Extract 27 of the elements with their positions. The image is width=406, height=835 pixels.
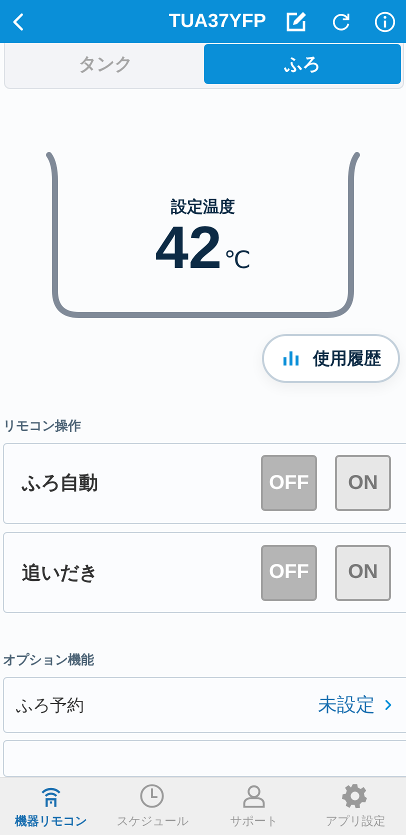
toggle-button[interactable]: ON xyxy=(335,455,391,512)
header-title: TUA37YFP xyxy=(168,10,266,32)
control-label: 追いだき xyxy=(22,560,98,586)
nav-tab[interactable]: 機器リモコン xyxy=(0,778,102,835)
option-value: 未設定 xyxy=(318,693,375,718)
temperature-unit: ℃ xyxy=(224,246,251,274)
info-icon[interactable] xyxy=(374,10,396,32)
history-button[interactable]: 使用履歴 xyxy=(262,334,400,383)
clock-icon xyxy=(139,783,166,809)
nav-tab[interactable]: サポート xyxy=(203,778,304,835)
gear-icon xyxy=(342,783,368,809)
nav-tab[interactable]: アプリ設定 xyxy=(304,778,406,835)
nav-tab[interactable]: スケジュール xyxy=(102,778,203,835)
toggle-button[interactable]: ON xyxy=(335,544,391,601)
toggle-button[interactable]: OFF xyxy=(261,455,317,512)
tab[interactable]: ふろ xyxy=(204,44,401,84)
section-title: リモコン操作 xyxy=(3,418,82,435)
option-row[interactable]: ふろ予約 未設定 xyxy=(3,677,406,733)
tab[interactable]: タンク xyxy=(7,44,204,84)
section-title: オプション機能 xyxy=(3,652,95,670)
temperature-value: 42 xyxy=(155,218,222,278)
temperature-label: 設定温度 xyxy=(171,196,235,218)
edit-icon[interactable] xyxy=(284,10,308,34)
toggle-button[interactable]: OFF xyxy=(261,544,317,601)
person-icon xyxy=(240,783,267,809)
control-label: ふろ自動 xyxy=(22,471,98,496)
option-label: ふろ予約 xyxy=(16,694,84,717)
